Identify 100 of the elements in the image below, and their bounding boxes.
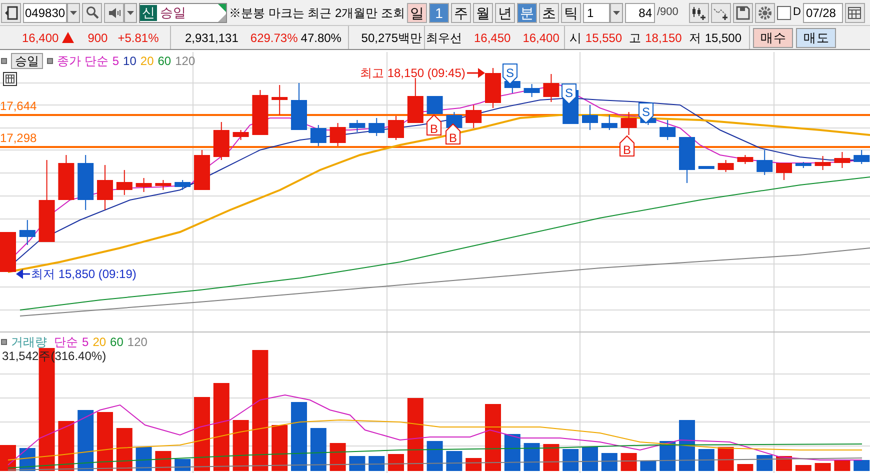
volume-text: 2,931,131 xyxy=(185,30,238,46)
candlestick xyxy=(330,122,346,146)
volume-bar xyxy=(349,456,366,471)
new-badge: 신 xyxy=(140,4,157,20)
volume-bar xyxy=(601,453,618,471)
turnover-text: 47.80% xyxy=(300,30,342,46)
volume-bar xyxy=(272,425,288,471)
count-max: /900 xyxy=(657,5,680,20)
ma-period: 5 xyxy=(112,53,120,70)
candlestick xyxy=(620,112,637,136)
sell-button[interactable]: 매도 xyxy=(796,28,836,48)
search-button[interactable] xyxy=(82,2,102,22)
ask-price: 16,450 xyxy=(474,30,511,46)
speaker-icon xyxy=(108,6,120,18)
code-field[interactable]: 049830 xyxy=(23,2,67,22)
period-tab[interactable]: 일 xyxy=(407,2,427,22)
stock-name-field[interactable]: 신 승일 xyxy=(139,2,227,22)
candlestick xyxy=(834,152,850,168)
volume-ratio: 629.73% xyxy=(250,30,298,46)
dropdown-button[interactable] xyxy=(67,2,80,22)
volume-bar xyxy=(504,434,520,471)
d-checkbox[interactable] xyxy=(777,6,791,20)
volume-bar xyxy=(640,461,656,471)
settings-button[interactable] xyxy=(755,2,775,22)
period-tab[interactable]: 년 xyxy=(495,2,515,22)
candlestick xyxy=(601,114,618,130)
change-percent: +5.81% xyxy=(118,30,159,46)
toggle-icon xyxy=(1,339,7,345)
volume-bar xyxy=(291,402,307,471)
candlestick xyxy=(737,154,754,164)
period-tab[interactable]: 월 xyxy=(473,2,493,22)
period-tab[interactable]: 1 xyxy=(429,2,449,22)
checkbox-label: D xyxy=(793,5,801,20)
caret-icon xyxy=(127,10,134,14)
ma-label: 단순 xyxy=(54,334,78,351)
volume-bar xyxy=(814,463,831,471)
candlestick xyxy=(524,84,540,98)
stock-name-button[interactable]: 승일 xyxy=(11,53,43,69)
volume-bar xyxy=(446,451,462,471)
candlestick xyxy=(776,162,792,180)
add-candle-button[interactable] xyxy=(689,2,709,22)
date-field[interactable]: 07/28 xyxy=(802,2,843,22)
sell-marker: S xyxy=(502,64,518,85)
ohlc-value: 15,500 xyxy=(704,30,742,46)
volume-bar xyxy=(174,459,191,471)
volume-bar xyxy=(698,449,714,471)
candlestick xyxy=(232,130,249,140)
interval-field[interactable]: 1 xyxy=(583,2,610,22)
volume-bar xyxy=(795,465,812,471)
candlestick xyxy=(854,150,870,164)
period-tab[interactable]: 초 xyxy=(539,2,559,22)
volume-title: 거래량 xyxy=(11,334,47,351)
search-icon xyxy=(86,6,98,19)
ohlc-value: 15,550 xyxy=(585,30,622,46)
volume-bar xyxy=(834,460,850,471)
dropdown-button[interactable] xyxy=(124,2,137,22)
candlestick xyxy=(446,112,462,130)
candlestick xyxy=(19,220,36,246)
volume-bar xyxy=(718,447,734,471)
panel-icon[interactable] xyxy=(1,2,21,22)
price-line-label: 17,644 xyxy=(0,98,37,115)
save-button[interactable] xyxy=(733,2,753,22)
candlestick xyxy=(136,178,152,192)
calendar-icon xyxy=(848,6,862,18)
change-text: 900 xyxy=(88,30,108,46)
candlestick xyxy=(426,96,443,114)
best-price-label: 최우선 xyxy=(426,30,462,46)
candlestick xyxy=(97,164,113,210)
buy-button[interactable]: 매수 xyxy=(753,28,794,48)
candlestick xyxy=(466,104,482,128)
ma-label: 종가 단순 xyxy=(57,53,108,70)
ma-period: 60 xyxy=(110,334,124,351)
candlestick xyxy=(679,136,695,184)
speaker-button[interactable] xyxy=(104,2,124,22)
left-arrow-icon xyxy=(16,269,30,279)
add-line-button[interactable] xyxy=(711,2,731,22)
ohlc-label: 저 xyxy=(688,30,701,46)
candlestick xyxy=(58,154,74,200)
count-field[interactable]: 84 xyxy=(625,2,655,22)
volume-bar xyxy=(0,445,16,471)
period-tab[interactable]: 틱 xyxy=(561,2,581,22)
amount-text: 50,275백만 xyxy=(349,26,425,49)
volume-bar xyxy=(524,443,540,471)
candlestick xyxy=(78,154,94,210)
dropdown-button[interactable] xyxy=(610,2,623,22)
notice-text: ※분봉 마크는 최근 2개월만 조회 xyxy=(229,4,405,22)
period-tab[interactable]: 주 xyxy=(451,2,471,22)
volume-bar xyxy=(388,454,404,471)
candlestick xyxy=(155,180,172,190)
volume-bar xyxy=(58,421,74,471)
ohlc-value: 18,150 xyxy=(645,30,682,46)
candlestick xyxy=(698,166,714,170)
candlestick xyxy=(660,120,676,140)
period-tab[interactable]: 분 xyxy=(517,2,537,22)
volume-bar xyxy=(620,453,637,471)
candle-plus-icon xyxy=(691,6,707,20)
ma-period: 20 xyxy=(140,53,154,70)
calendar-button[interactable] xyxy=(844,2,865,22)
ma-period: 120 xyxy=(127,334,148,351)
candlestick xyxy=(718,160,734,172)
